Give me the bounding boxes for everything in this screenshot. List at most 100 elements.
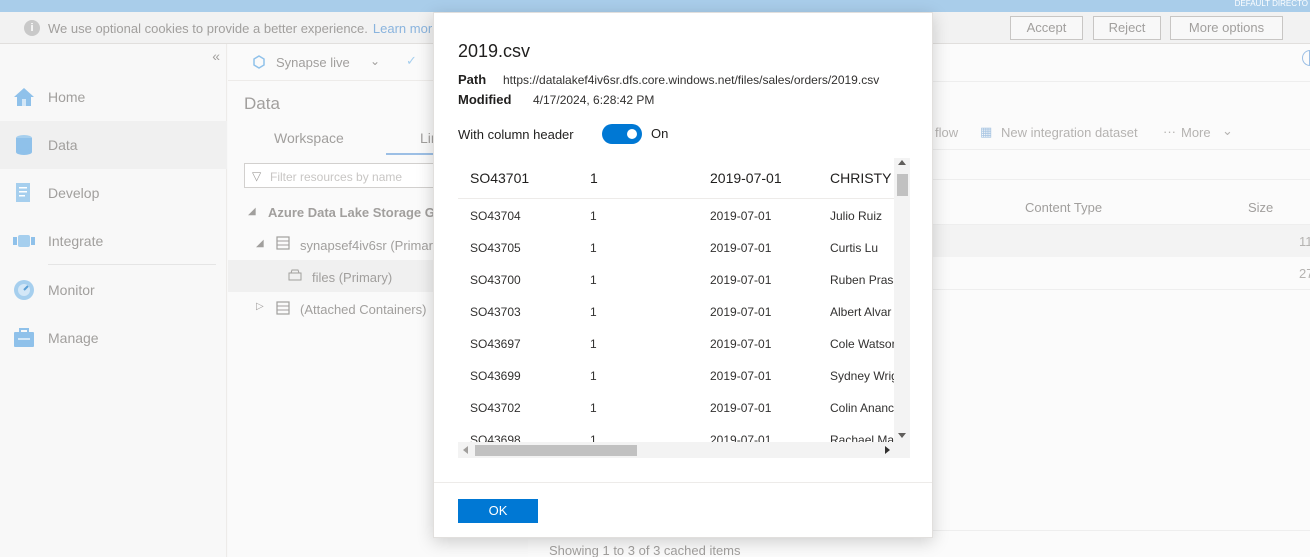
info-icon: i <box>24 20 40 36</box>
grid-row: SO43699 1 2019-07-01 Sydney Wrig <box>458 359 894 391</box>
left-nav: « Home Data Develop Integrate Monitor Ma… <box>0 44 227 557</box>
column-header-content-type[interactable]: Content Type <box>1025 200 1102 215</box>
cookie-message-text: We use optional cookies to provide a bet… <box>48 21 368 36</box>
dialog-title: 2019.csv <box>458 41 531 61</box>
nav-item-data[interactable]: Data <box>0 121 227 169</box>
grid-row: SO43697 1 2019-07-01 Cole Watsor <box>458 327 894 359</box>
reject-button[interactable]: Reject <box>1093 16 1161 40</box>
grid-cell: 2019-07-01 <box>710 241 772 255</box>
grid-row: SO43704 1 2019-07-01 Julio Ruiz <box>458 199 894 231</box>
grid-cell: 1 <box>590 433 597 442</box>
directory-label: DEFAULT DIRECTO <box>1234 0 1308 8</box>
grid-cell: 1 <box>590 401 597 415</box>
grid-cell: 1 <box>590 273 597 287</box>
grid-cell: 2019-07-01 <box>710 209 772 223</box>
grid-header-row: SO43701 1 2019-07-01 CHRISTY Z <box>458 158 894 199</box>
nav-item-manage[interactable]: Manage <box>0 314 227 362</box>
scroll-down-icon[interactable] <box>898 433 906 438</box>
grid-row: SO43700 1 2019-07-01 Ruben Prasa <box>458 263 894 295</box>
container-icon <box>288 269 302 281</box>
vertical-scrollbar[interactable] <box>894 158 910 442</box>
grid-row: SO43705 1 2019-07-01 Curtis Lu <box>458 231 894 263</box>
filter-resources-input[interactable]: ▽ Filter resources by name <box>244 163 444 188</box>
nav-label: Home <box>48 89 86 105</box>
tab-indicator <box>386 153 436 155</box>
grid-cell: 2019-07-01 <box>710 401 772 415</box>
filter-icon: ▽ <box>252 169 262 183</box>
nav-label: Integrate <box>48 233 104 249</box>
grid-cell: 2019-07-01 <box>710 337 772 351</box>
tab-workspace[interactable]: Workspace <box>274 130 344 146</box>
scroll-right-icon[interactable] <box>885 446 890 454</box>
grid-cell: Julio Ruiz <box>830 209 883 223</box>
data-icon <box>16 135 32 155</box>
collapse-icon[interactable]: « <box>212 48 220 64</box>
modified-label: Modified <box>458 92 512 107</box>
tree-root-adls[interactable]: Azure Data Lake Storage G <box>268 205 435 220</box>
grid-cell: 2019-07-01 <box>710 273 772 287</box>
horizontal-scroll-thumb[interactable] <box>475 445 637 456</box>
nav-label: Develop <box>48 185 100 201</box>
accept-button[interactable]: Accept <box>1010 16 1083 40</box>
tree-container-files[interactable]: files (Primary) <box>312 270 392 285</box>
synapse-icon <box>253 55 265 69</box>
chevron-down-icon[interactable]: ⌄ <box>1222 123 1233 139</box>
scroll-left-icon[interactable] <box>463 446 468 454</box>
more-button[interactable]: More <box>1181 125 1211 140</box>
learn-more-link[interactable]: Learn mor <box>373 21 432 36</box>
caret-right-icon[interactable]: ▷ <box>256 301 264 312</box>
grid-cell: Sydney Wrig <box>830 369 894 383</box>
scroll-up-icon[interactable] <box>898 160 906 165</box>
grid-cell: 2019-07-01 <box>710 369 772 383</box>
filter-placeholder: Filter resources by name <box>270 170 403 184</box>
grid-cell: 1 <box>590 241 597 255</box>
new-integration-dataset-button[interactable]: New integration dataset <box>1001 125 1138 140</box>
nav-label: Monitor <box>48 282 95 298</box>
horizontal-scrollbar[interactable] <box>458 442 910 458</box>
nav-item-integrate[interactable]: Integrate <box>0 217 227 265</box>
caret-down-icon[interactable]: ◢ <box>248 206 256 217</box>
more-options-button[interactable]: More options <box>1170 16 1283 40</box>
size-cell: 27 <box>1299 266 1310 281</box>
synapse-live-label[interactable]: Synapse live <box>276 55 350 70</box>
nav-item-home[interactable]: Home <box>0 73 227 121</box>
grid-header-cell: CHRISTY Z <box>830 170 894 186</box>
caret-down-icon[interactable]: ◢ <box>256 238 264 249</box>
grid-cell: Curtis Lu <box>830 241 879 255</box>
ok-button[interactable]: OK <box>458 499 538 523</box>
manage-icon <box>14 328 34 347</box>
grid-cell: Rachael Mar <box>830 433 894 442</box>
grid-cell: SO43700 <box>470 273 521 287</box>
info-circle-icon <box>1302 50 1310 66</box>
monitor-icon <box>14 280 34 300</box>
preview-grid-body: SO43701 1 2019-07-01 CHRISTY Z SO43704 1 2… <box>458 158 894 442</box>
flow-label[interactable]: flow <box>935 125 958 140</box>
chevron-down-icon[interactable]: ⌄ <box>370 54 380 68</box>
table-icon: ▦ <box>980 124 993 139</box>
grid-cell: SO43697 <box>470 337 521 351</box>
develop-icon <box>16 183 30 202</box>
dialog-footer-divider <box>434 482 932 483</box>
nav-divider <box>48 264 216 265</box>
size-cell: 11 <box>1299 234 1310 249</box>
column-header-label: With column header <box>458 127 574 142</box>
grid-row: SO43698 1 2019-07-01 Rachael Mar <box>458 423 894 442</box>
grid-cell: 2019-07-01 <box>710 433 772 442</box>
grid-cell: SO43702 <box>470 401 521 415</box>
grid-cell: SO43705 <box>470 241 521 255</box>
vertical-scroll-thumb[interactable] <box>897 174 908 196</box>
nav-item-monitor[interactable]: Monitor <box>0 266 227 314</box>
toggle-knob <box>627 129 637 139</box>
column-header-size[interactable]: Size <box>1248 200 1273 215</box>
preview-grid: SO43701 1 2019-07-01 CHRISTY Z SO43704 1 2… <box>458 158 910 458</box>
tree-attached-containers[interactable]: (Attached Containers) <box>300 302 426 317</box>
grid-header-cell: 1 <box>590 170 598 186</box>
column-header-toggle[interactable] <box>602 124 642 144</box>
nav-label: Manage <box>48 330 99 346</box>
tree-storage-account[interactable]: synapsef4iv6sr (Primary <box>300 238 439 253</box>
validate-icon[interactable]: ✓ <box>406 53 417 69</box>
grid-cell: 2019-07-01 <box>710 305 772 319</box>
grid-cell: Ruben Prasa <box>830 273 894 287</box>
top-bar: DEFAULT DIRECTO <box>0 0 1310 12</box>
nav-item-develop[interactable]: Develop <box>0 169 227 217</box>
